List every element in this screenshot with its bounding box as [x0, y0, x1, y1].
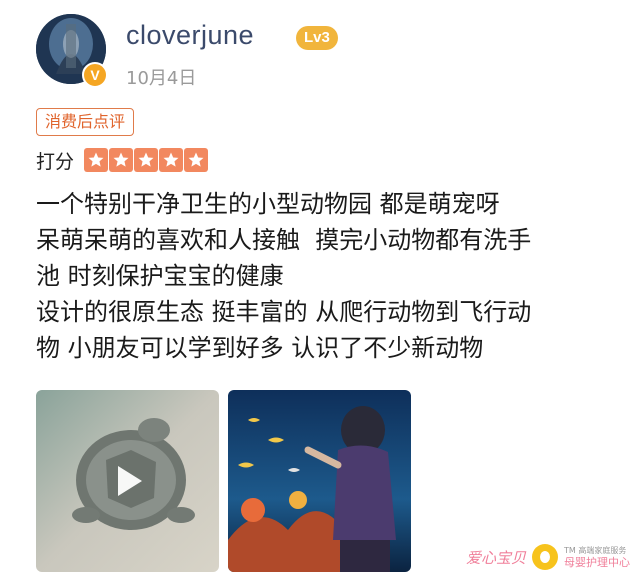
review-line: 设计的很原生态 挺丰富的 从爬行动物到飞行动 — [36, 298, 532, 326]
watermark-brand: 爱心宝贝 — [465, 548, 526, 567]
star-icon — [109, 148, 134, 172]
watermark: 爱心宝贝 TM 高端家庭服务 母婴护理中心 — [466, 542, 630, 572]
star-icon — [184, 148, 209, 172]
rating-row: 打分 — [36, 146, 209, 174]
verified-badge: V — [82, 62, 108, 88]
review-photo[interactable] — [228, 390, 411, 572]
review-header: V cloverjune Lv3 10月4日 — [36, 14, 596, 94]
watermark-info: TM 高端家庭服务 母婴护理中心 — [564, 545, 630, 569]
brand-logo-icon — [532, 544, 558, 570]
star-icon — [84, 148, 109, 172]
review-date: 10月4日 — [126, 68, 197, 89]
review-line: 物 小朋友可以学到好多 认识了不少新动物 — [36, 334, 484, 362]
star-icon — [159, 148, 184, 172]
review-text: 一个特别干净卫生的小型动物园 都是萌宠呀 呆萌呆萌的喜欢和人接触 摸完小动物都有… — [36, 186, 596, 366]
review-line: 池 时刻保护宝宝的健康 — [36, 262, 284, 290]
level-badge: Lv3 — [296, 26, 338, 50]
review-line: 呆萌呆萌的喜欢和人接触 摸完小动物都有洗手 — [36, 226, 532, 254]
consumption-tag: 消费后点评 — [36, 108, 135, 136]
username[interactable]: cloverjune — [126, 20, 254, 51]
rating-label: 打分 — [36, 150, 75, 173]
play-icon[interactable] — [108, 461, 148, 501]
review-video-thumbnail[interactable] — [36, 390, 219, 572]
review-line: 一个特别干净卫生的小型动物园 都是萌宠呀 — [36, 190, 500, 218]
star-rating — [84, 148, 209, 172]
star-icon — [134, 148, 159, 172]
avatar[interactable]: V — [36, 14, 110, 88]
watermark-sub: 母婴护理中心 — [564, 556, 630, 569]
